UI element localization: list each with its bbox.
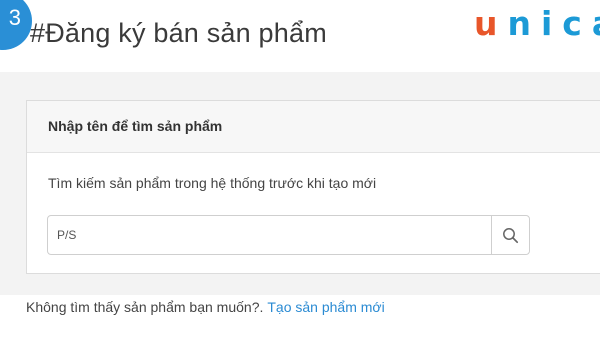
search-hint: Tìm kiếm sản phẩm trong hệ thống trước k…: [48, 175, 377, 191]
brand-logo: unica: [474, 4, 600, 43]
logo-letter-u: u: [474, 4, 508, 43]
step-number: 3: [8, 5, 21, 30]
step-number-badge: 3: [0, 0, 32, 50]
logo-letters-rest: nica: [507, 4, 600, 43]
search-icon: [503, 227, 519, 243]
search-panel: Nhập tên để tìm sản phẩm Tìm kiếm sản ph…: [26, 100, 600, 274]
not-found-message: Không tìm thấy sản phẩm bạn muốn?. Tạo sả…: [26, 299, 385, 315]
product-search-input[interactable]: [48, 216, 491, 254]
not-found-text: Không tìm thấy sản phẩm bạn muốn?.: [26, 299, 264, 315]
panel-header: Nhập tên để tìm sản phẩm: [27, 101, 600, 153]
search-box: [47, 215, 530, 255]
page-title: #Đăng ký bán sản phẩm: [30, 18, 327, 48]
page: 3 #Đăng ký bán sản phẩm unica Nhập tên đ…: [0, 0, 600, 350]
search-button[interactable]: [491, 216, 529, 254]
create-product-link[interactable]: Tạo sản phẩm mới: [267, 299, 384, 315]
